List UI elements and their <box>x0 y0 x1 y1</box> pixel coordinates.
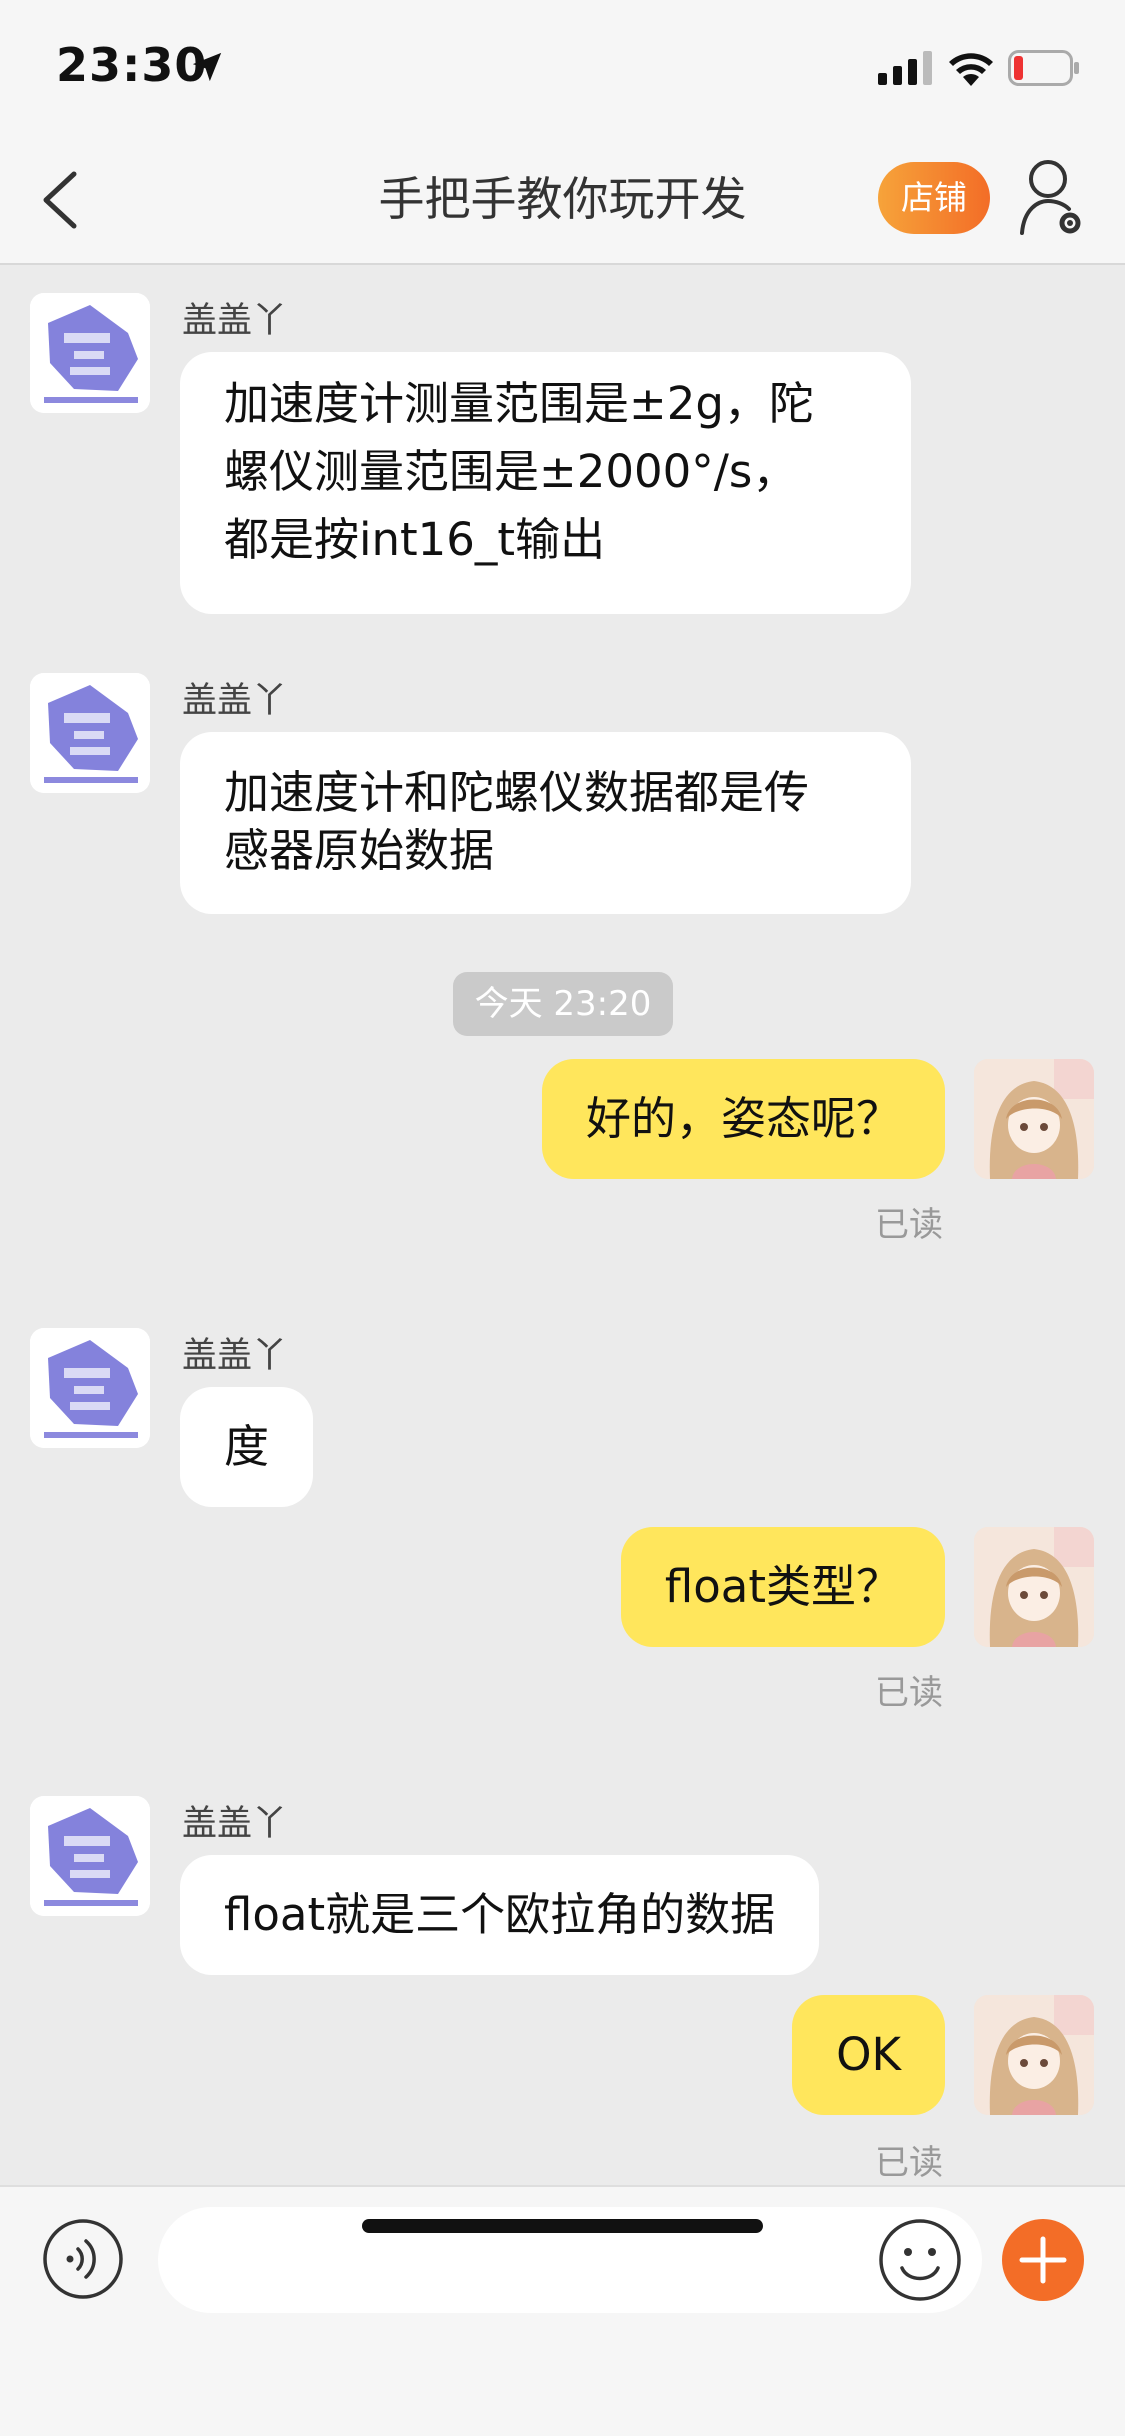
shop-avatar[interactable] <box>30 673 150 793</box>
message-line: 螺仪测量范围是±2000°/s， <box>224 445 798 498</box>
message-bubble[interactable]: 度 <box>180 1387 314 1507</box>
voice-input-icon[interactable] <box>42 2218 124 2300</box>
status-bar: 23:30 <box>0 0 1125 135</box>
shop-logo-icon <box>30 1328 150 1448</box>
sender-name: 盖盖丫 <box>182 1336 288 1376</box>
shop-avatar[interactable] <box>30 1796 150 1916</box>
home-indicator <box>362 2219 763 2233</box>
sender-name: 盖盖丫 <box>182 1804 288 1844</box>
read-receipt: 已读 <box>875 2143 943 2183</box>
incoming-message: 盖盖丫 加速度计和陀螺仪数据都是传 感器原始数据 <box>0 647 1125 947</box>
incoming-message: 盖盖丫 加速度计测量范围是±2g，陀 螺仪测量范围是±2000°/s， 都是按i… <box>0 267 1125 627</box>
shop-avatar[interactable] <box>30 293 150 413</box>
message-bubble[interactable]: OK <box>792 1995 945 2115</box>
timestamp-divider: 今天 23:20 <box>453 972 673 1036</box>
message-bubble[interactable]: float类型？ <box>620 1527 945 1647</box>
shop-logo-icon <box>30 673 150 793</box>
profile-settings-icon[interactable] <box>1018 157 1088 239</box>
shop-button[interactable]: 店铺 <box>878 162 990 234</box>
status-time: 23:30 <box>56 38 208 92</box>
outgoing-message: 好的，姿态呢？ 已读 <box>0 1059 1125 1309</box>
outgoing-message: OK 已读 <box>0 1995 1125 2185</box>
cellular-signal-icon <box>878 51 932 85</box>
message-line: 加速度计测量范围是±2g，陀 <box>224 377 814 430</box>
anime-girl-avatar-icon <box>974 1995 1094 2115</box>
anime-girl-avatar-icon <box>974 1059 1094 1179</box>
shop-logo-icon <box>30 293 150 413</box>
incoming-message: 盖盖丫 度 <box>0 1302 1125 1507</box>
shop-avatar[interactable] <box>30 1328 150 1448</box>
chat-message-list[interactable]: 盖盖丫 加速度计测量范围是±2g，陀 螺仪测量范围是±2000°/s， 都是按i… <box>0 267 1125 2185</box>
sender-name: 盖盖丫 <box>182 301 288 341</box>
wifi-icon <box>949 53 993 86</box>
outgoing-message: float类型？ 已读 <box>0 1527 1125 1777</box>
sender-name: 盖盖丫 <box>182 681 288 721</box>
message-line: 都是按int16_t输出 <box>224 513 606 566</box>
plus-icon[interactable] <box>1002 2219 1084 2301</box>
read-receipt: 已读 <box>875 1673 943 1713</box>
message-bubble[interactable]: 加速度计测量范围是±2g，陀 螺仪测量范围是±2000°/s， 都是按int16… <box>180 352 911 614</box>
message-line: 感器原始数据 <box>224 824 495 877</box>
message-bubble[interactable]: 好的，姿态呢？ <box>541 1059 945 1179</box>
read-receipt: 已读 <box>875 1205 943 1245</box>
message-line: 加速度计和陀螺仪数据都是传 <box>224 766 810 819</box>
anime-girl-avatar-icon <box>974 1527 1094 1647</box>
battery-icon <box>1008 50 1079 86</box>
location-arrow-icon <box>192 52 222 82</box>
user-avatar[interactable] <box>974 1059 1094 1179</box>
message-bubble[interactable]: float就是三个欧拉角的数据 <box>180 1855 820 1975</box>
user-avatar[interactable] <box>974 1995 1094 2115</box>
navigation-bar: 手把手教你玩开发 店铺 <box>0 135 1125 265</box>
message-bubble[interactable]: 加速度计和陀螺仪数据都是传 感器原始数据 <box>180 732 911 914</box>
user-avatar[interactable] <box>974 1527 1094 1647</box>
incoming-message: 盖盖丫 float就是三个欧拉角的数据 <box>0 1770 1125 1975</box>
shop-logo-icon <box>30 1796 150 1916</box>
emoji-icon[interactable] <box>878 2218 962 2302</box>
